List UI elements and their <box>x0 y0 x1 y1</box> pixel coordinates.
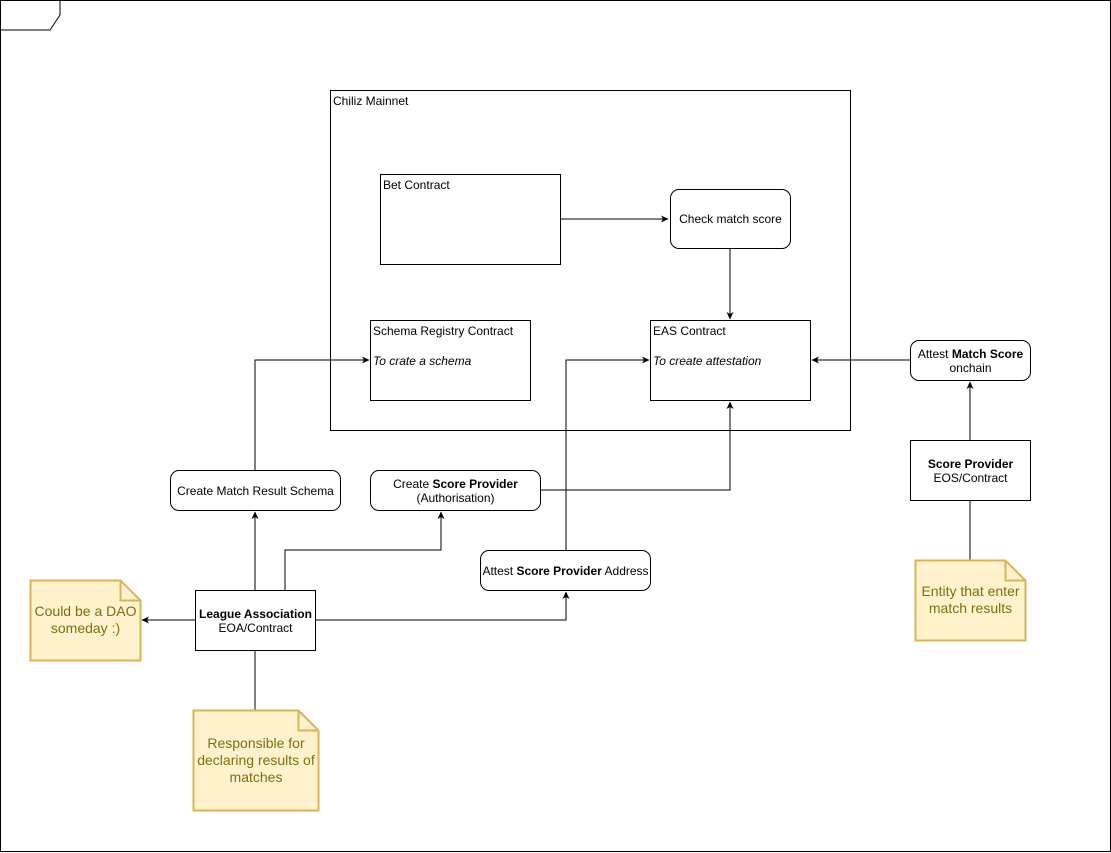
schema-registry-node[interactable]: Schema Registry Contract To crate a sche… <box>370 320 531 401</box>
edge-league-to-attest-address[interactable] <box>315 591 570 621</box>
create-score-provider-node[interactable]: Create Score Provider (Authorisation) <box>370 470 541 511</box>
note-responsible-line1: Responsible for <box>207 734 305 751</box>
attest-match-score-prefix: Attest <box>917 346 952 361</box>
attest-address-bold: Score Provider <box>516 563 602 578</box>
league-association-node[interactable]: League Association EOA/Contract <box>195 590 316 651</box>
check-match-score-node[interactable]: Check match score <box>670 189 791 249</box>
attest-match-score-line2: onchain <box>949 360 992 375</box>
attest-score-provider-address-label: Attest Score Provider Address <box>482 564 648 578</box>
create-score-provider-prefix: Create <box>393 476 433 491</box>
eas-contract-subtitle: To create attestation <box>653 354 762 368</box>
attest-score-provider-address-node[interactable]: Attest Score Provider Address <box>480 550 651 591</box>
attest-match-score-bold: Match Score <box>951 346 1024 361</box>
note-responsible-line3: matches <box>229 768 283 785</box>
edge-league-to-create-provider[interactable] <box>284 511 445 590</box>
create-score-provider-line2: (Authorisation) <box>416 490 495 505</box>
attest-match-score-node[interactable]: Attest Match Score onchain <box>910 340 1031 381</box>
note-responsible-line2: declaring results of <box>197 751 315 768</box>
bet-contract-title: Bet Contract <box>383 178 450 192</box>
attest-address-prefix: Attest <box>482 563 517 578</box>
bet-contract-node[interactable]: Bet Contract <box>380 174 561 265</box>
frame-tab <box>0 0 61 31</box>
schema-registry-title: Schema Registry Contract <box>373 324 514 338</box>
score-provider-title: Score Provider <box>927 456 1014 471</box>
check-match-score-label: Check match score <box>679 212 782 226</box>
schema-registry-subtitle: To crate a schema <box>373 354 472 368</box>
note-entity[interactable]: Entity that enter match results <box>915 560 1026 640</box>
note-dao-line1: Could be a DAO <box>34 603 137 619</box>
score-provider-node[interactable]: Score Provider EOS/Contract <box>910 440 1031 501</box>
note-dao-line2: someday :) <box>50 620 121 636</box>
container-title: Chiliz Mainnet <box>333 94 409 108</box>
attest-address-suffix: Address <box>601 563 649 578</box>
note-responsible[interactable]: Responsible for declaring results of mat… <box>193 710 319 810</box>
attest-match-score-line1: Attest Match Score <box>918 347 1023 361</box>
note-entity-line2: match results <box>928 600 1013 616</box>
note-dao[interactable]: Could be a DAO someday :) <box>30 580 141 660</box>
create-score-provider-line1: Create Score Provider <box>393 477 518 491</box>
league-association-subtitle: EOA/Contract <box>218 620 293 635</box>
eas-contract-node[interactable]: EAS Contract To create attestation <box>650 320 811 401</box>
eas-contract-title: EAS Contract <box>653 324 726 338</box>
score-provider-subtitle: EOS/Contract <box>933 470 1008 485</box>
note-entity-line1: Entity that enter <box>921 583 1020 599</box>
league-association-title: League Association <box>199 606 312 621</box>
create-score-provider-bold: Score Provider <box>432 476 518 491</box>
create-match-result-schema-node[interactable]: Create Match Result Schema <box>170 470 341 511</box>
create-match-result-schema-label: Create Match Result Schema <box>177 483 334 498</box>
